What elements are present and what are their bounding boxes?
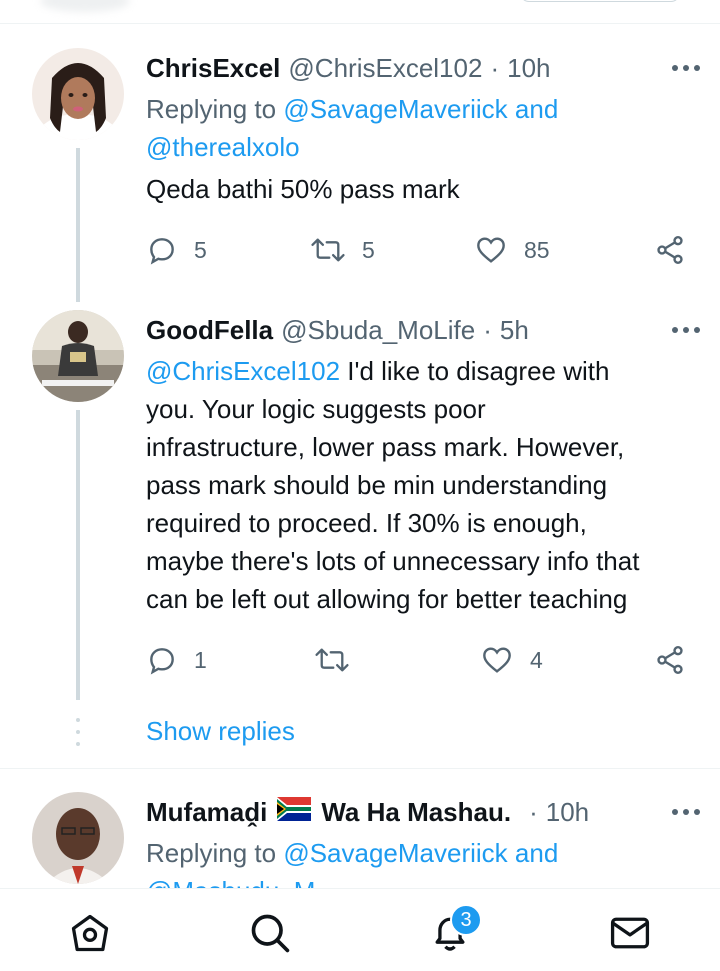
tweet-header: GoodFella @Sbuda_MoLife · 5h — [146, 310, 700, 350]
tweet-text-line: you. Your logic suggests poor — [146, 394, 486, 424]
display-name[interactable]: GoodFella — [146, 315, 273, 346]
replying-to-continued: @therealxolo — [146, 128, 696, 166]
reply-icon — [150, 238, 174, 265]
notification-badge: 3 — [450, 904, 482, 936]
more-options-icon[interactable] — [666, 792, 706, 832]
more-options-icon[interactable] — [666, 310, 706, 350]
thread-continuation-dots — [76, 718, 80, 750]
retweet-count: 5 — [362, 236, 375, 263]
like-button[interactable]: 85 — [474, 228, 550, 272]
tweet-header: Mufamaḓi Wa Ha Mashau. · 10h — [146, 792, 700, 832]
tweet-text-line: can be left out allowing for better teac… — [146, 584, 628, 614]
tweet-actions: 1 4 — [146, 638, 696, 682]
tweet-header: ChrisExcel @ChrisExcel102 · 10h — [146, 48, 700, 88]
retweet-button[interactable] — [314, 638, 350, 682]
tweet-actions: 5 5 85 — [146, 228, 696, 272]
south-africa-flag-icon — [277, 796, 312, 828]
user-handle[interactable]: @Sbuda_MoLife — [281, 315, 475, 346]
share-button[interactable] — [654, 638, 686, 682]
avatar[interactable] — [32, 792, 124, 884]
divider — [0, 768, 720, 769]
tweet-text-line: required to proceed. If 30% is enough, — [146, 508, 587, 538]
thread-line — [76, 148, 80, 302]
display-name-part[interactable]: Wa Ha Mashau. — [321, 797, 511, 828]
reply-button[interactable]: 5 — [146, 228, 207, 272]
replying-to-label: Replying to — [146, 838, 277, 868]
like-count: 85 — [524, 236, 550, 263]
display-name-part[interactable]: Mufamaḓi — [146, 797, 267, 828]
reply-count: 1 — [194, 646, 207, 673]
heart-icon — [477, 237, 505, 263]
search-icon[interactable] — [244, 907, 296, 959]
replying-to-user[interactable]: @therealxolo — [146, 132, 300, 162]
like-count: 4 — [530, 646, 543, 673]
replying-to-label: Replying to — [146, 94, 277, 124]
retweet-icon — [315, 648, 349, 672]
thread-line — [76, 410, 80, 700]
previous-button-edge[interactable] — [520, 0, 680, 2]
share-icon — [657, 236, 683, 264]
more-options-icon[interactable] — [666, 48, 706, 88]
retweet-icon — [311, 238, 345, 262]
avatar[interactable] — [32, 310, 124, 402]
share-icon — [657, 646, 683, 674]
reply-button[interactable]: 1 — [146, 638, 207, 682]
separator-dot: · — [490, 52, 500, 83]
replying-to: Replying to @SavageMaveriick and — [146, 834, 696, 872]
separator-dot: · — [529, 796, 538, 827]
replying-to-users[interactable]: @SavageMaveriick and — [283, 838, 558, 868]
separator-dot: · — [483, 314, 492, 345]
display-name[interactable]: ChrisExcel — [146, 53, 280, 84]
bottom-navigation — [0, 888, 720, 971]
like-button[interactable]: 4 — [480, 638, 543, 682]
previous-tweet-edge — [0, 0, 720, 24]
timestamp[interactable]: 10h — [546, 797, 589, 828]
reply-icon — [150, 648, 174, 675]
mention-link[interactable]: @ChrisExcel102 — [146, 356, 340, 386]
tweet-text-line: infrastructure, lower pass mark. However… — [146, 432, 625, 462]
share-button[interactable] — [654, 228, 686, 272]
reply-count: 5 — [194, 236, 207, 263]
previous-avatar-edge — [40, 0, 130, 12]
tweet-text-line: maybe there's lots of unnecessary info t… — [146, 546, 640, 576]
home-icon[interactable] — [64, 907, 116, 959]
replying-to-users[interactable]: @SavageMaveriick and — [283, 94, 558, 124]
timestamp[interactable]: 10h — [507, 53, 550, 84]
user-handle[interactable]: @ChrisExcel102 — [288, 53, 482, 84]
mail-icon[interactable] — [604, 907, 656, 959]
retweet-button[interactable]: 5 — [310, 228, 375, 272]
tweet-text-line: I'd like to disagree with — [340, 356, 610, 386]
heart-icon — [483, 647, 511, 673]
avatar[interactable] — [32, 48, 124, 140]
tweet-text: @ChrisExcel102 I'd like to disagree with… — [146, 352, 696, 618]
replying-to: Replying to @SavageMaveriick and — [146, 90, 696, 128]
tweet-text: Qeda bathi 50% pass mark — [146, 174, 460, 204]
timestamp[interactable]: 5h — [500, 315, 529, 346]
show-replies-link[interactable]: Show replies — [146, 716, 295, 747]
tweet-text-line: pass mark should be min understanding — [146, 470, 608, 500]
